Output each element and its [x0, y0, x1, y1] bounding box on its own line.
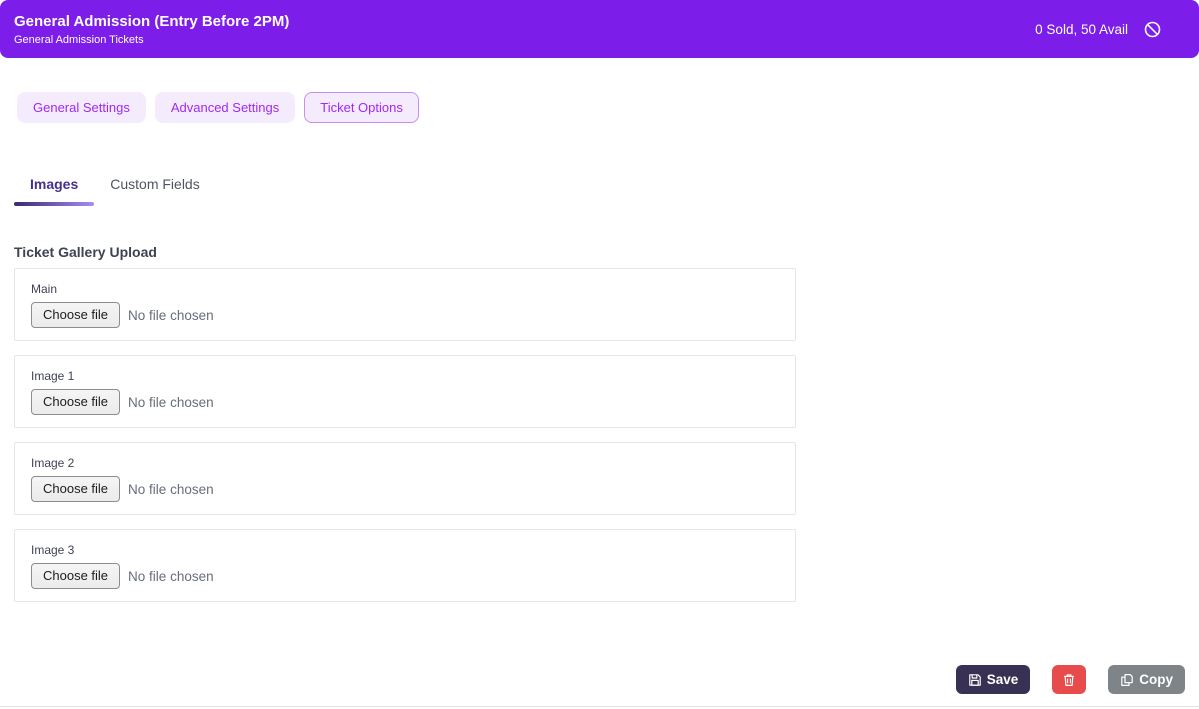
- upload-label-main: Main: [31, 282, 58, 296]
- disable-ticket-icon[interactable]: [1144, 21, 1161, 38]
- tab-advanced-settings[interactable]: Advanced Settings: [154, 92, 296, 123]
- upload-label-image-3: Image 3: [31, 543, 75, 557]
- copy-button-label: Copy: [1139, 672, 1173, 687]
- choose-file-button-image-1[interactable]: Choose file: [31, 389, 121, 416]
- ticket-options-subtabs: Images Custom Fields: [14, 174, 216, 206]
- ticket-header: General Admission (Entry Before 2PM) Gen…: [0, 0, 1199, 58]
- file-input-main: Choose file No file chosen: [31, 302, 779, 329]
- upload-box-image-3: Image 3 Choose file No file chosen: [14, 529, 796, 602]
- settings-tabs: General Settings Advanced Settings Ticke…: [17, 92, 419, 123]
- bottom-divider: [0, 706, 1199, 707]
- upload-box-image-1: Image 1 Choose file No file chosen: [14, 355, 796, 428]
- footer-actions: Save Copy: [955, 665, 1185, 694]
- choose-file-button-main[interactable]: Choose file: [31, 302, 121, 329]
- file-status-image-1: No file chosen: [128, 394, 214, 410]
- upload-list: Main Choose file No file chosen Image 1 …: [14, 268, 796, 616]
- copy-button[interactable]: Copy: [1108, 665, 1185, 694]
- trash-icon: [1062, 673, 1076, 687]
- upload-box-main: Main Choose file No file chosen: [14, 268, 796, 341]
- file-input-image-3: Choose file No file chosen: [31, 563, 779, 590]
- file-input-image-1: Choose file No file chosen: [31, 389, 779, 416]
- subtab-images[interactable]: Images: [14, 174, 95, 206]
- upload-label-image-2: Image 2: [31, 456, 75, 470]
- file-input-image-2: Choose file No file chosen: [31, 476, 779, 503]
- section-title-ticket-gallery-upload: Ticket Gallery Upload: [14, 244, 157, 260]
- file-status-image-3: No file chosen: [128, 568, 214, 584]
- upload-box-image-2: Image 2 Choose file No file chosen: [14, 442, 796, 515]
- file-status-main: No file chosen: [128, 307, 214, 323]
- file-status-image-2: No file chosen: [128, 481, 214, 497]
- subtab-custom-fields[interactable]: Custom Fields: [94, 174, 215, 206]
- header-right: 0 Sold, 50 Avail: [1035, 21, 1161, 38]
- page-title: General Admission (Entry Before 2PM): [14, 12, 290, 30]
- copy-icon: [1120, 673, 1134, 687]
- sold-availability-stats: 0 Sold, 50 Avail: [1035, 21, 1128, 37]
- choose-file-button-image-3[interactable]: Choose file: [31, 563, 121, 590]
- page-subtitle: General Admission Tickets: [14, 33, 144, 46]
- save-icon: [968, 673, 982, 687]
- tab-general-settings[interactable]: General Settings: [17, 92, 146, 123]
- save-button-label: Save: [986, 672, 1019, 687]
- upload-label-image-1: Image 1: [31, 369, 75, 383]
- delete-button[interactable]: [1052, 665, 1087, 694]
- tab-ticket-options[interactable]: Ticket Options: [304, 92, 419, 123]
- save-button[interactable]: Save: [955, 665, 1031, 694]
- choose-file-button-image-2[interactable]: Choose file: [31, 476, 121, 503]
- header-titles: General Admission (Entry Before 2PM) Gen…: [14, 13, 289, 46]
